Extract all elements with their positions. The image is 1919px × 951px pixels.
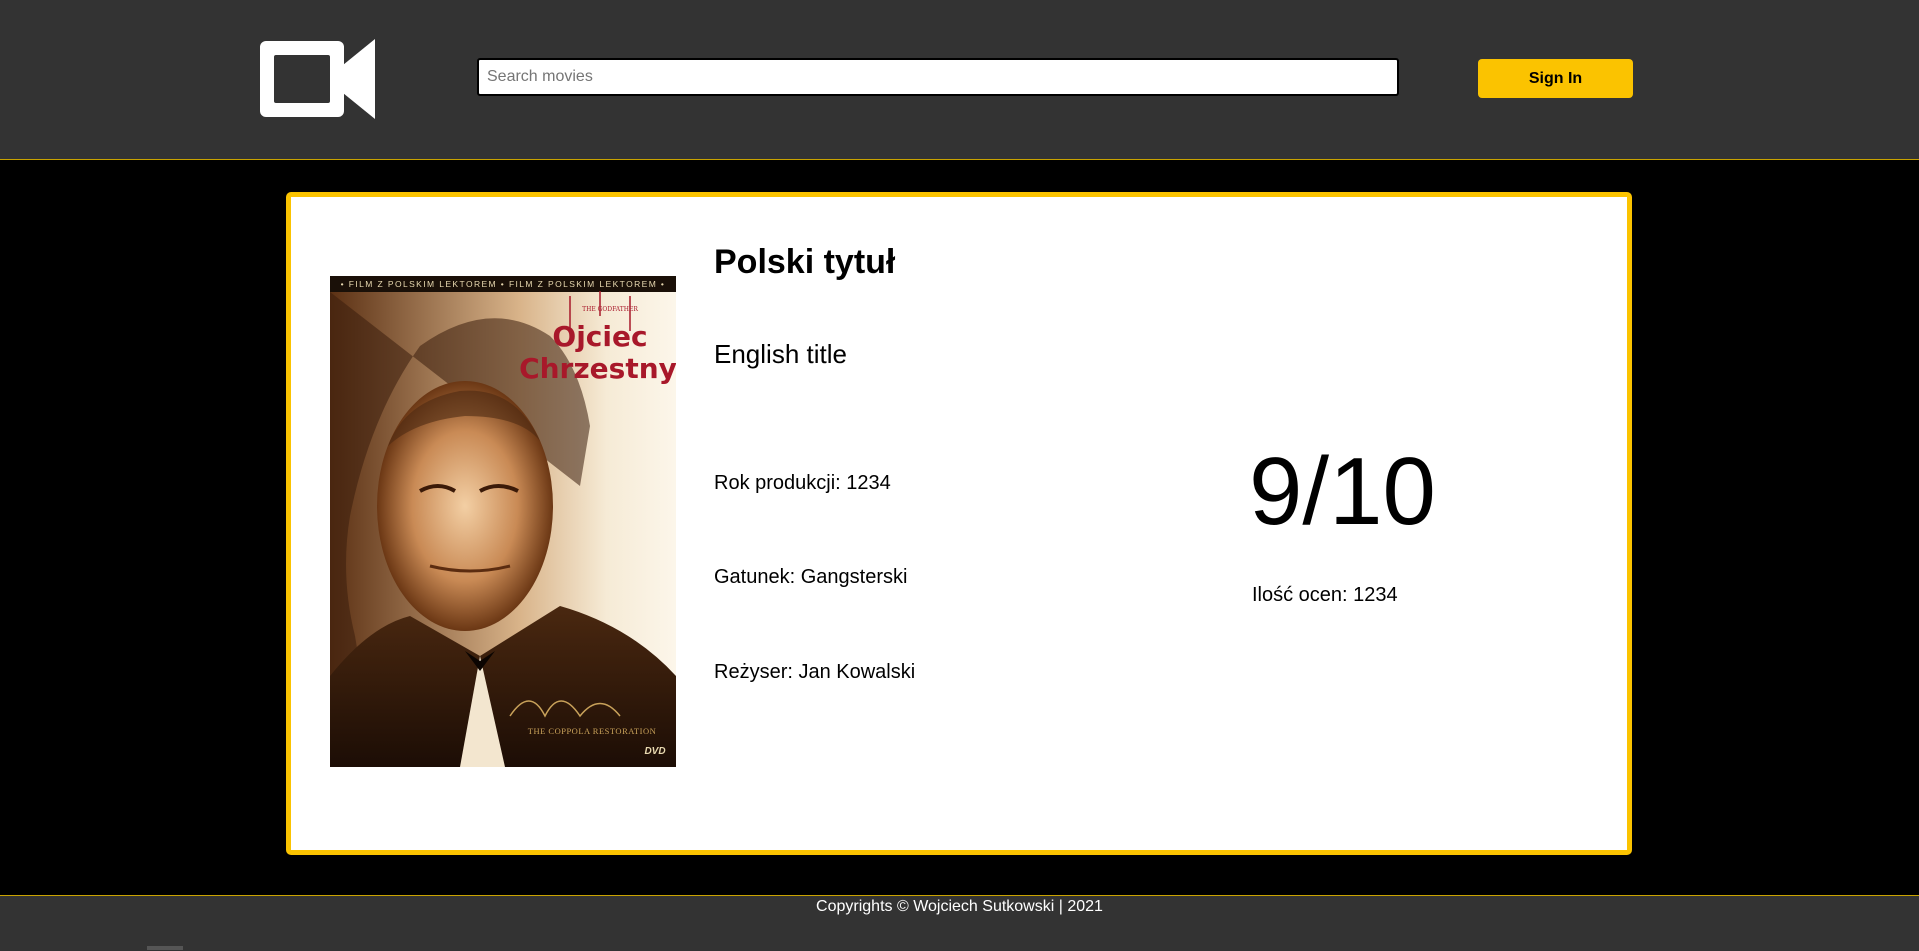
genre: Gatunek: Gangsterski [714,566,908,588]
footer-tab [147,946,183,950]
movie-poster: • FILM Z POLSKIM LEKTOREM • FILM Z POLSK… [330,276,676,767]
search-input[interactable] [477,58,1399,96]
production-year: Rok produkcji: 1234 [714,472,891,494]
director: Reżyser: Jan Kowalski [714,661,916,683]
copyright-text: Copyrights © Wojciech Sutkowski | 2021 [816,898,1103,915]
poster-top-banner: • FILM Z POLSKIM LEKTOREM • FILM Z POLSK… [341,279,666,289]
movie-title-english: English title [714,339,847,369]
video-camera-icon[interactable] [257,38,379,120]
dvd-logo: DVD [644,746,665,757]
poster-title-line2: Chrzestny [519,352,676,385]
poster-title-line1: Ojciec [552,320,647,353]
rating-score: 9/10 [1249,438,1436,545]
rating-count: Ilość ocen: 1234 [1252,584,1398,606]
poster-restoration: THE COPPOLA RESTORATION [528,726,656,736]
movie-title-polish: Polski tytuł [714,243,896,281]
sign-in-button[interactable]: Sign In [1478,59,1633,98]
